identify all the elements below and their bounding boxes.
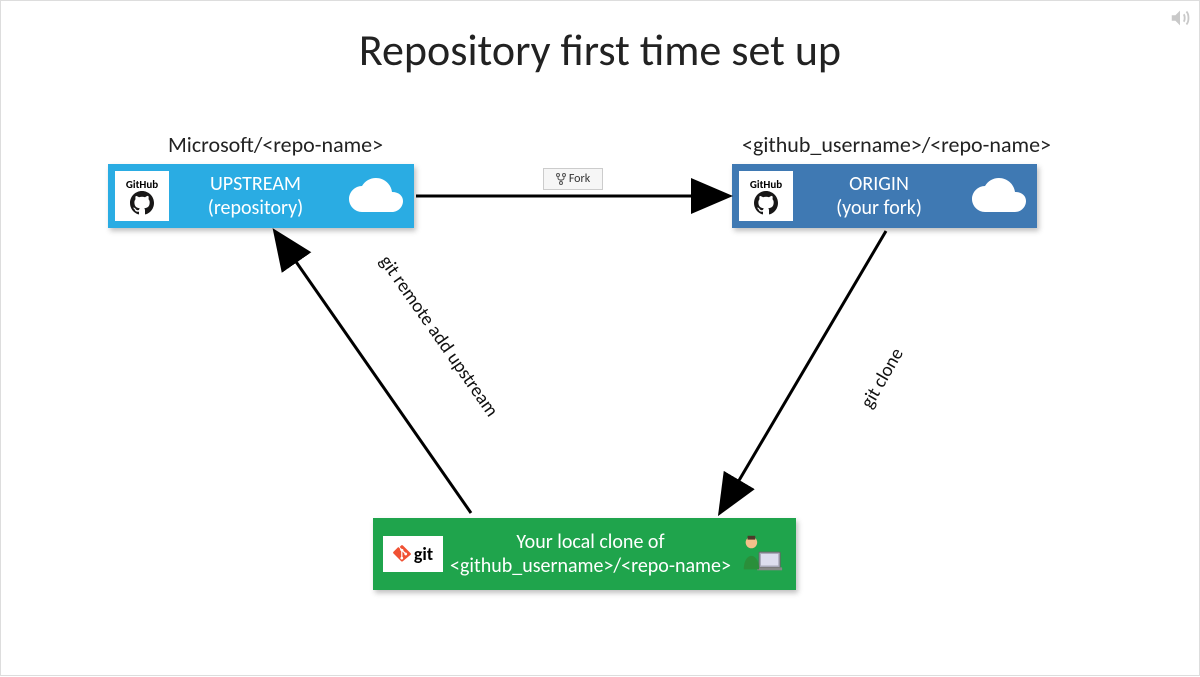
user-at-computer-icon bbox=[738, 531, 784, 577]
fork-button[interactable]: Fork bbox=[543, 168, 603, 190]
origin-box: GitHub ORIGIN (your fork) bbox=[732, 164, 1037, 228]
clone-label: git clone bbox=[856, 344, 909, 413]
github-logo: GitHub bbox=[115, 171, 169, 221]
git-badge-text: git bbox=[414, 543, 433, 565]
local-text: Your local clone of <github_username>/<r… bbox=[443, 530, 738, 578]
origin-line1: ORIGIN bbox=[793, 172, 965, 196]
github-logo: GitHub bbox=[739, 171, 793, 221]
git-logo: git bbox=[383, 536, 443, 572]
cloud-icon bbox=[342, 176, 406, 216]
github-badge-text: GitHub bbox=[126, 178, 158, 191]
upstream-path-label: Microsoft/<repo-name> bbox=[168, 131, 383, 158]
origin-text: ORIGIN (your fork) bbox=[793, 172, 965, 220]
origin-path-label: <github_username>/<repo-name> bbox=[742, 131, 1051, 158]
upstream-line1: UPSTREAM bbox=[169, 172, 342, 196]
upstream-box: GitHub UPSTREAM (repository) bbox=[108, 164, 414, 228]
octocat-icon bbox=[751, 191, 781, 215]
fork-icon bbox=[556, 173, 566, 185]
audio-icon[interactable] bbox=[1169, 7, 1191, 29]
fork-button-label: Fork bbox=[569, 172, 590, 186]
git-mark-icon bbox=[393, 545, 411, 563]
local-line2: <github_username>/<repo-name> bbox=[443, 554, 738, 578]
local-line1: Your local clone of bbox=[443, 530, 738, 554]
upstream-line2: (repository) bbox=[169, 196, 342, 220]
github-badge-text: GitHub bbox=[750, 178, 782, 191]
octocat-icon bbox=[127, 191, 157, 215]
upstream-text: UPSTREAM (repository) bbox=[169, 172, 342, 220]
remote-add-label: git remote add upstream bbox=[374, 251, 503, 421]
cloud-icon bbox=[965, 176, 1029, 216]
clone-arrow bbox=[721, 231, 886, 511]
remote-add-arrow bbox=[276, 233, 471, 513]
slide-title: Repository first time set up bbox=[1, 23, 1199, 77]
origin-line2: (your fork) bbox=[793, 196, 965, 220]
local-clone-box: git Your local clone of <github_username… bbox=[373, 518, 796, 590]
